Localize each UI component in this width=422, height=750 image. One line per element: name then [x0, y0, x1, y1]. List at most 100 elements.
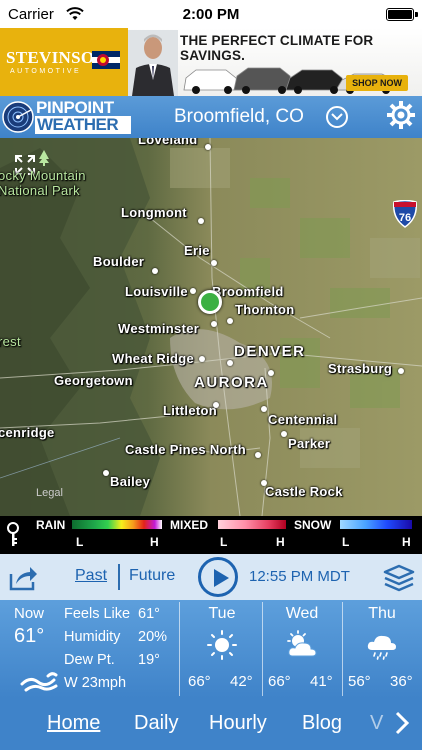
logo-line1: PINPOINT	[36, 98, 114, 117]
map-label-wheat-ridge: Wheat Ridge	[112, 351, 195, 366]
map-label-littleton: Littleton	[163, 403, 217, 418]
key-icon[interactable]	[6, 522, 20, 548]
map-label-westminster: Westminster	[118, 321, 200, 336]
feels-like-row: Feels Like 61°	[64, 606, 160, 622]
map-city-dot	[268, 370, 274, 376]
legend-rain-high: H	[150, 535, 159, 549]
map-label-erie: Erie	[184, 243, 210, 258]
map-city-dot	[261, 406, 267, 412]
humidity-value: 20%	[138, 629, 168, 645]
wind-value: W 23mph	[64, 675, 127, 691]
map-label-rocky-mountain: ocky Mountain	[0, 168, 86, 183]
forecast-low: 41°	[310, 673, 333, 690]
ad-banner[interactable]: STEVINSON AUTOMOTIVE THE PERFECT CLIMATE…	[0, 28, 422, 96]
humidity-label: Humidity	[64, 629, 121, 645]
legend-snow-scale	[340, 520, 412, 529]
past-toggle[interactable]: Past	[75, 567, 107, 585]
forecast-day[interactable]: Wed 66° 41°	[262, 600, 342, 698]
playback-controls: Past Future 12:55 PM MDT	[0, 554, 422, 600]
clock: 2:00 PM	[182, 6, 240, 23]
map-label-aurora: AURORA	[194, 374, 269, 391]
legend-rain-low: L	[76, 535, 84, 549]
forecast-high: 66°	[268, 673, 291, 690]
dew-point-row: Dew Pt. 19°	[64, 652, 160, 668]
nav-daily[interactable]: Daily	[134, 712, 178, 735]
forecast-day[interactable]: Tue 66° 42°	[182, 600, 262, 698]
nav-hourly[interactable]: Hourly	[209, 712, 267, 735]
map-city-dot	[103, 470, 109, 476]
map-city-dot	[211, 260, 217, 266]
play-button[interactable]	[198, 557, 238, 597]
legend-mixed-low: L	[220, 535, 228, 549]
dew-point-label: Dew Pt.	[64, 652, 115, 668]
legend-snow-high: H	[402, 535, 411, 549]
map-city-dot	[227, 360, 233, 366]
map-label-broomfield: Broomfield	[212, 284, 284, 299]
app-logo: PINPOINT WEATHER	[2, 99, 132, 135]
nav-blog[interactable]: Blog	[302, 712, 342, 735]
forecast-day[interactable]: Thu 56° 36°	[342, 600, 422, 698]
map-label-centennial: Centennial	[268, 412, 338, 427]
legend-snow-low: L	[342, 535, 350, 549]
radar-legend: RAIN L H MIXED L H SNOW L H	[0, 516, 422, 554]
chevron-right-icon[interactable]	[392, 710, 412, 736]
map-city-dot	[213, 402, 219, 408]
nav-home[interactable]: Home	[47, 712, 100, 735]
map-label-strasburg: Strasburg	[328, 361, 393, 376]
map-label-denver: DENVER	[234, 343, 306, 360]
weather-panel: Now 61° Feels Like 61° Humidity 20% Dew …	[0, 600, 422, 698]
partly-cloudy-icon	[287, 630, 317, 657]
feels-like-label: Feels Like	[64, 606, 131, 622]
nav-partial-item[interactable]: V	[370, 712, 383, 735]
forecast-high: 66°	[188, 673, 211, 690]
future-toggle[interactable]: Future	[129, 567, 175, 585]
map-city-dot	[211, 321, 217, 327]
forecast-day-name: Wed	[285, 605, 319, 622]
map-city-dot	[190, 288, 196, 294]
humidity-row: Humidity 20%	[64, 629, 167, 645]
location-dropdown-button[interactable]	[326, 106, 348, 128]
current-temperature: 61°	[14, 625, 45, 647]
map-label-loveland: Loveland	[138, 138, 198, 147]
map-label-thornton: Thornton	[235, 302, 295, 317]
map-city-dot	[398, 368, 404, 374]
map-city-dot	[198, 218, 204, 224]
legend-mixed-label: MIXED	[170, 518, 209, 532]
forecast-low: 42°	[230, 673, 253, 690]
layers-icon[interactable]	[383, 564, 415, 592]
bottom-nav: Home Daily Hourly Blog V	[0, 698, 422, 750]
past-future-divider	[118, 564, 120, 590]
status-bar: Carrier 2:00 PM	[0, 0, 422, 28]
interstate-shield-icon: 76	[392, 200, 418, 228]
panel-divider	[179, 602, 180, 696]
radar-map[interactable]: Loveland ocky Mountain National Park Lon…	[0, 138, 422, 516]
forecast-high: 56°	[348, 673, 371, 690]
settings-gear-icon[interactable]	[386, 100, 416, 130]
map-city-dot	[261, 480, 267, 486]
map-legal-link[interactable]: Legal	[36, 487, 63, 499]
map-label-forest: rest	[0, 334, 21, 349]
map-label-parker: Parker	[288, 436, 331, 451]
globe-logo-icon	[2, 101, 34, 133]
forecast-day-name: Thu	[368, 605, 396, 622]
map-label-boulder: Boulder	[93, 254, 145, 269]
legend-mixed-high: H	[276, 535, 285, 549]
dew-point-value: 19°	[138, 652, 160, 668]
ad-shop-now-button[interactable]: SHOP NOW	[346, 75, 408, 91]
map-label-castle-pines: Castle Pines North	[125, 442, 246, 457]
current-location-marker[interactable]	[198, 290, 222, 314]
map-city-dot	[205, 144, 211, 150]
location-label[interactable]: Broomfield, CO	[174, 106, 304, 128]
rain-cloud-icon	[367, 635, 396, 660]
map-label-castle-rock: Castle Rock	[265, 484, 343, 499]
share-icon[interactable]	[8, 562, 38, 592]
legend-snow-label: SNOW	[294, 518, 332, 532]
feels-like-value: 61°	[138, 606, 160, 622]
legend-rain-scale	[72, 520, 162, 529]
map-city-dot	[255, 452, 261, 458]
sun-icon	[207, 630, 237, 660]
map-label-longmont: Longmont	[121, 205, 187, 220]
forecast-day-name: Tue	[208, 605, 236, 622]
battery-icon	[386, 8, 418, 21]
highway-number: 76	[399, 212, 411, 224]
